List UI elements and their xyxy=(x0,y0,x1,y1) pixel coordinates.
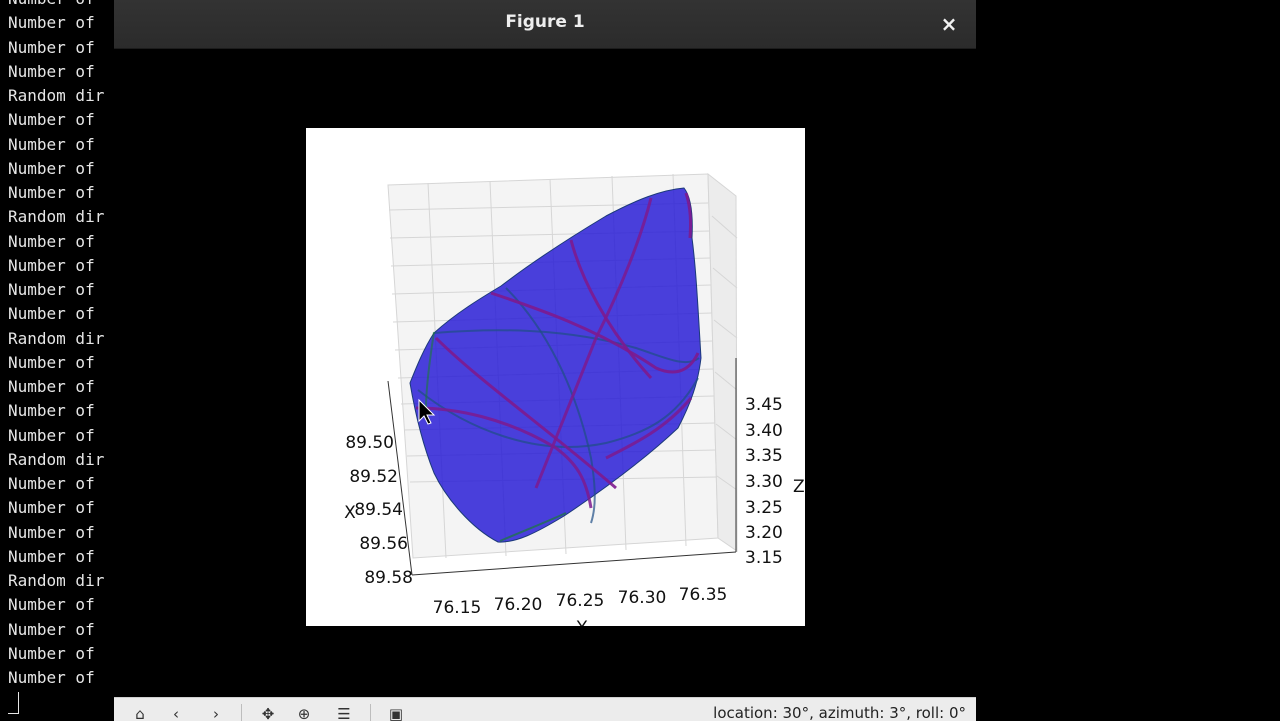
y-axis-letter: Y xyxy=(576,618,588,626)
terminal-line: Number of xyxy=(8,595,95,615)
z-tick-label: 3.40 xyxy=(745,421,783,441)
terminal-line: Random dir xyxy=(8,328,105,348)
terminal-line: Number of xyxy=(8,474,95,493)
terminal-cursor xyxy=(8,692,19,714)
terminal-line: Number of xyxy=(8,280,95,299)
terminal-line: Number of xyxy=(8,498,95,518)
figure-window: Figure 1 × 89.50 89.52 89.54 89.56 89.58… xyxy=(114,0,976,721)
terminal-line: Number of xyxy=(8,668,95,687)
x-axis-letter: X xyxy=(344,503,356,523)
terminal-line: Number of xyxy=(8,61,95,81)
save-icon[interactable]: ▣ xyxy=(384,702,408,721)
y-tick-label: 76.25 xyxy=(556,591,605,611)
close-button[interactable]: × xyxy=(936,11,962,37)
terminal-line: Random dir xyxy=(8,571,105,590)
x-tick-label: 89.50 xyxy=(345,433,394,453)
terminal-line: Number of xyxy=(8,37,95,57)
y-tick-label: 76.35 xyxy=(679,585,728,605)
z-tick-label: 3.35 xyxy=(745,446,783,466)
terminal-line: Number of xyxy=(8,619,95,639)
x-tick-label: 89.56 xyxy=(359,534,408,554)
subplots-icon[interactable]: ☰ xyxy=(332,702,356,721)
x-tick-label: 89.58 xyxy=(364,568,413,588)
terminal-line: Number of xyxy=(8,0,104,11)
terminal-line: Number of xyxy=(8,255,95,275)
back-arrow-icon[interactable]: ‹ xyxy=(164,702,188,721)
y-tick-label: 76.20 xyxy=(494,595,543,615)
x-axis: 89.50 89.52 89.54 89.56 89.58 X xyxy=(344,433,413,588)
terminal-line: Number of xyxy=(8,13,95,33)
terminal-line: Number of xyxy=(8,522,95,542)
toolbar-separator xyxy=(241,704,242,721)
toolbar-separator xyxy=(370,704,371,721)
terminal-line: Random dir xyxy=(8,449,105,469)
terminal-line: Random dir xyxy=(8,207,105,227)
x-tick-label: 89.52 xyxy=(349,467,398,487)
x-tick-label: 89.54 xyxy=(354,500,403,520)
window-title: Figure 1 xyxy=(505,12,585,32)
y-tick-label: 76.15 xyxy=(433,598,482,618)
terminal-line: Number of xyxy=(8,425,95,445)
plot-figure[interactable]: 89.50 89.52 89.54 89.56 89.58 X 76.15 76… xyxy=(306,128,805,626)
z-axis: 3.45 3.40 3.35 3.30 3.25 3.20 3.15 Z xyxy=(745,395,805,568)
terminal-line: Number of xyxy=(8,183,95,202)
terminal-line: Number of xyxy=(8,546,95,566)
z-tick-label: 3.15 xyxy=(745,548,783,568)
terminal-line: Random dir xyxy=(8,86,105,105)
zoom-icon[interactable]: ⊕ xyxy=(292,702,316,721)
status-readout: location: 30°, azimuth: 3°, roll: 0° xyxy=(713,704,966,721)
z-tick-label: 3.45 xyxy=(745,395,783,415)
terminal-line: Number of xyxy=(8,352,95,372)
y-axis: 76.15 76.20 76.25 76.30 76.35 Y xyxy=(433,585,728,626)
plot-svg[interactable]: 89.50 89.52 89.54 89.56 89.58 X 76.15 76… xyxy=(306,128,805,626)
pan-icon[interactable]: ✥ xyxy=(256,702,280,721)
terminal-line: Number of xyxy=(8,110,95,130)
terminal-line: Number of xyxy=(8,377,95,396)
terminal-output: Number of Number of Number of Number of Rand… xyxy=(8,0,104,690)
figure-canvas[interactable]: 89.50 89.52 89.54 89.56 89.58 X 76.15 76… xyxy=(114,49,976,697)
z-axis-letter: Z xyxy=(793,477,805,497)
forward-arrow-icon[interactable]: › xyxy=(204,702,228,721)
z-tick-label: 3.20 xyxy=(745,523,783,543)
navigation-toolbar: ⌂ ‹ › ✥ ⊕ ☰ ▣ location: 30°, azimuth: 3°… xyxy=(114,697,976,721)
terminal-line: Number of xyxy=(8,158,95,178)
terminal-line: Number of xyxy=(8,231,95,251)
home-icon[interactable]: ⌂ xyxy=(128,702,152,721)
terminal-panel: Number of Number of Number of Number of Rand… xyxy=(0,0,120,720)
z-tick-label: 3.30 xyxy=(745,472,783,492)
z-tick-label: 3.25 xyxy=(745,498,783,518)
terminal-line: Number of xyxy=(8,401,95,421)
terminal-line: Number of xyxy=(8,643,95,663)
y-tick-label: 76.30 xyxy=(618,588,667,608)
terminal-line: Number of xyxy=(8,134,95,154)
terminal-line: Number of xyxy=(8,304,95,324)
title-bar[interactable]: Figure 1 × xyxy=(114,0,976,49)
